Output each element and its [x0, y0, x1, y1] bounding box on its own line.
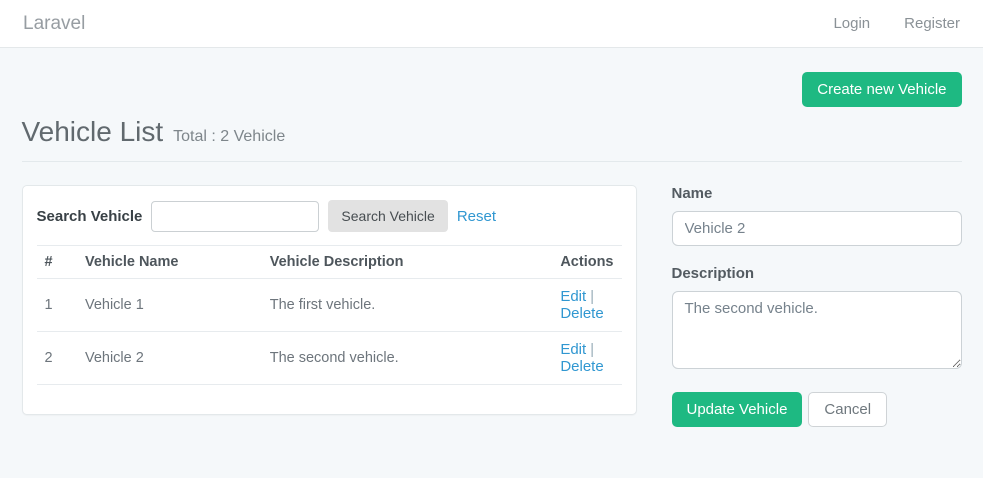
main-container: Create new Vehicle Vehicle List Total : … — [22, 72, 962, 427]
actions-cell: Edit | Delete — [552, 279, 621, 332]
page-title: Vehicle List — [22, 116, 164, 148]
name-field-group: Name — [672, 185, 962, 246]
login-link[interactable]: Login — [833, 15, 870, 32]
header-vehicle-name: Vehicle Name — [77, 246, 262, 279]
divider — [22, 161, 962, 162]
header-vehicle-description: Vehicle Description — [262, 246, 553, 279]
vehicle-name-cell: Vehicle 1 — [77, 279, 262, 332]
cancel-button[interactable]: Cancel — [808, 392, 887, 427]
description-textarea[interactable]: The second vehicle. — [672, 291, 962, 369]
row-number: 1 — [37, 279, 77, 332]
edit-link[interactable]: Edit — [560, 341, 586, 358]
vehicle-name-cell: Vehicle 2 — [77, 332, 262, 385]
register-link[interactable]: Register — [904, 15, 960, 32]
row-number: 2 — [37, 332, 77, 385]
search-input[interactable] — [151, 201, 319, 232]
title-row: Vehicle List Total : 2 Vehicle — [22, 116, 962, 148]
brand-laravel[interactable]: Laravel — [23, 13, 85, 35]
vehicle-table: # Vehicle Name Vehicle Description Actio… — [37, 245, 622, 385]
content-row: Search Vehicle Search Vehicle Reset # Ve… — [22, 185, 962, 427]
edit-link[interactable]: Edit — [560, 288, 586, 305]
search-bar: Search Vehicle Search Vehicle Reset — [37, 200, 622, 232]
edit-vehicle-form: Name Description The second vehicle. Upd… — [672, 185, 962, 427]
vehicle-description-cell: The first vehicle. — [262, 279, 553, 332]
create-row: Create new Vehicle — [22, 72, 962, 107]
navbar: Laravel Login Register — [0, 0, 983, 48]
table-row: 1 Vehicle 1 The first vehicle. Edit | De… — [37, 279, 622, 332]
delete-link[interactable]: Delete — [560, 358, 603, 375]
link-separator: | — [590, 342, 594, 358]
table-header-row: # Vehicle Name Vehicle Description Actio… — [37, 246, 622, 279]
total-count-label: Total : 2 Vehicle — [173, 128, 285, 146]
table-row: 2 Vehicle 2 The second vehicle. Edit | D… — [37, 332, 622, 385]
search-label: Search Vehicle — [37, 208, 143, 225]
name-input[interactable] — [672, 211, 962, 246]
create-new-vehicle-button[interactable]: Create new Vehicle — [802, 72, 961, 107]
update-vehicle-button[interactable]: Update Vehicle — [672, 392, 803, 427]
actions-cell: Edit | Delete — [552, 332, 621, 385]
description-label: Description — [672, 265, 962, 282]
vehicle-description-cell: The second vehicle. — [262, 332, 553, 385]
header-number: # — [37, 246, 77, 279]
form-buttons: Update Vehicle Cancel — [672, 392, 962, 427]
vehicle-list-card: Search Vehicle Search Vehicle Reset # Ve… — [22, 185, 637, 415]
link-separator: | — [590, 289, 594, 305]
delete-link[interactable]: Delete — [560, 305, 603, 322]
name-label: Name — [672, 185, 962, 202]
page: Laravel Login Register Create new Vehicl… — [0, 0, 983, 478]
search-button[interactable]: Search Vehicle — [328, 200, 447, 232]
header-actions: Actions — [552, 246, 621, 279]
navbar-links: Login Register — [833, 15, 960, 32]
reset-link[interactable]: Reset — [457, 208, 496, 225]
description-field-group: Description The second vehicle. — [672, 265, 962, 374]
